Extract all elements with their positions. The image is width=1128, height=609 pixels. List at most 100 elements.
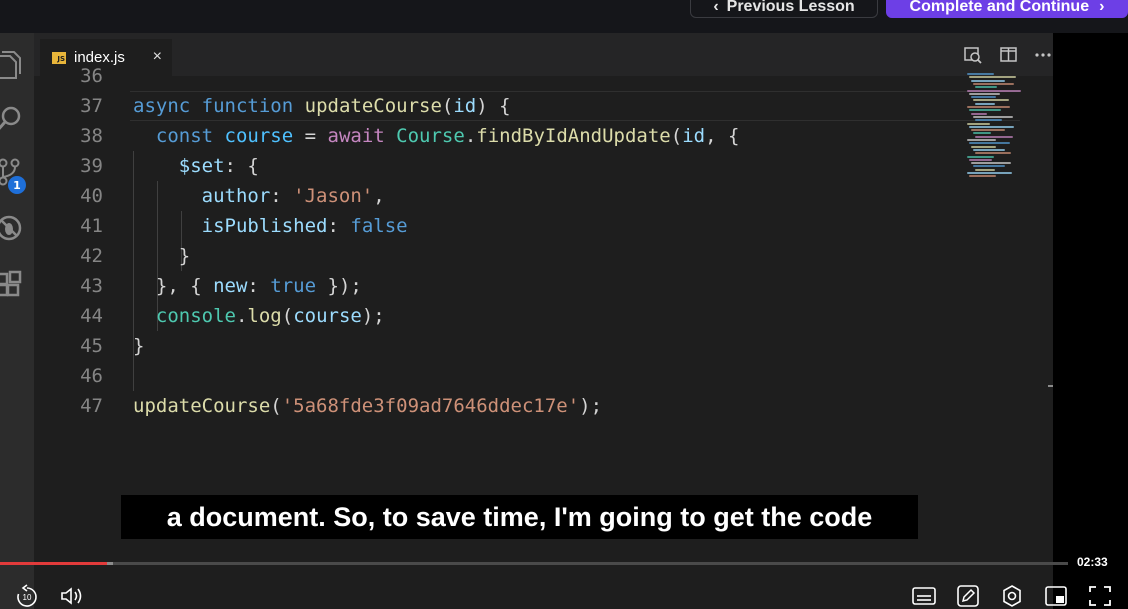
debug-icon[interactable] <box>0 213 24 243</box>
minimap[interactable] <box>967 73 1047 183</box>
code-token: , <box>373 185 385 207</box>
complete-and-continue-button[interactable]: Complete and Continue › <box>886 0 1128 18</box>
minimap-line <box>975 86 997 89</box>
line-number: 45 <box>80 335 103 357</box>
line-content: const course = await Course.findByIdAndU… <box>133 121 740 151</box>
code-token: id <box>453 95 477 117</box>
code-token: 'Jason' <box>293 185 374 207</box>
code-token: ( <box>441 95 454 117</box>
line-number: 43 <box>80 275 103 297</box>
code-token: await <box>327 125 385 147</box>
previous-lesson-button[interactable]: ‹ Previous Lesson <box>690 0 878 18</box>
minimap-line <box>969 142 1010 145</box>
code-token: : <box>327 215 351 237</box>
minimap-line <box>971 129 1005 132</box>
minimap-line <box>975 168 995 171</box>
fullscreen-icon[interactable] <box>1087 584 1113 608</box>
code-token: } <box>133 245 191 267</box>
minimap-line <box>969 125 1014 128</box>
line-number: 36 <box>80 65 103 87</box>
extensions-icon[interactable] <box>0 269 24 299</box>
captions-icon[interactable] <box>911 584 937 608</box>
minimap-line <box>969 92 1000 95</box>
code-line: 43 }, { new: true }); <box>34 271 954 301</box>
minimap-line <box>967 106 1010 108</box>
notes-icon[interactable] <box>955 584 981 608</box>
minimap-line <box>973 132 991 135</box>
line-number: 38 <box>80 125 103 147</box>
minimap-line <box>971 145 996 148</box>
minimap-line <box>969 109 1001 112</box>
code-token: Course <box>396 125 465 147</box>
code-token: ( <box>281 305 294 327</box>
code-line: 47 updateCourse('5a68fde3f09ad7646ddec17e… <box>34 391 954 421</box>
minimap-line <box>967 89 1021 92</box>
files-icon[interactable] <box>0 50 24 80</box>
code-token: ); <box>361 305 385 327</box>
code-line: 38 const course = await Course.findByIdA… <box>34 121 954 151</box>
split-editor-icon[interactable] <box>999 45 1019 65</box>
code-line: 40 author: 'Jason', <box>34 181 954 211</box>
code-line: 44 console.log(course); <box>34 301 954 331</box>
code-area[interactable]: 36 37 async function updateCourse(id) {38 … <box>34 65 1020 476</box>
open-preview-icon[interactable] <box>963 45 983 65</box>
line-number: 41 <box>80 215 103 237</box>
time-remaining: 02:33 <box>1077 555 1108 569</box>
chevron-left-icon: ‹ <box>713 0 719 15</box>
minimap-line <box>973 82 1014 85</box>
code-token: false <box>350 215 408 237</box>
minimap-line <box>971 79 1005 82</box>
code-token: } <box>133 335 145 357</box>
video-player[interactable]: 1 JS index.js × 36 37 async function upd… <box>0 33 1128 609</box>
code-token: , { <box>705 125 740 147</box>
code-token: : <box>270 185 294 207</box>
minimap-line <box>973 99 1009 102</box>
minimap-line <box>975 119 1002 122</box>
line-number: 42 <box>80 245 103 267</box>
minimap-line <box>969 158 992 161</box>
code-token: : { <box>224 155 259 177</box>
code-token: function <box>201 95 294 117</box>
code-line: 37 async function updateCourse(id) { <box>34 91 954 121</box>
code-token: ( <box>270 395 282 417</box>
minimap-line <box>967 73 994 75</box>
more-actions-icon[interactable] <box>1033 45 1053 65</box>
volume-icon[interactable] <box>58 584 84 608</box>
scrollbar-marker <box>1048 385 1053 387</box>
source-control-badge: 1 <box>8 176 26 194</box>
code-token: . <box>464 125 477 147</box>
code-token: async <box>133 95 191 117</box>
picture-in-picture-icon[interactable] <box>1043 584 1069 608</box>
minimap-line <box>973 148 1005 151</box>
line-content: $set: { <box>133 151 259 181</box>
code-line: 45} <box>34 331 954 361</box>
minimap-line <box>969 76 1016 79</box>
lesson-header: ‹ Previous Lesson Complete and Continue … <box>0 0 1128 33</box>
code-token: . <box>235 305 248 327</box>
line-content: updateCourse('5a68fde3f09ad7646ddec17e')… <box>133 391 602 421</box>
rewind-seconds: 10 <box>23 593 32 602</box>
line-number: 46 <box>80 365 103 387</box>
code-token: }, { <box>133 275 214 297</box>
code-line: 46 <box>34 361 954 391</box>
settings-icon[interactable] <box>999 584 1025 608</box>
progress-bar[interactable] <box>0 562 1068 565</box>
search-icon[interactable] <box>0 104 24 134</box>
code-token: ( <box>670 125 683 147</box>
rewind-10-icon[interactable]: 10 <box>14 584 40 608</box>
minimap-line <box>971 162 1011 165</box>
code-token: course <box>224 125 294 147</box>
minimap-line <box>973 115 1013 118</box>
minimap-line <box>971 96 996 99</box>
code-token: : <box>247 275 271 297</box>
progress-fill <box>0 562 107 565</box>
code-token: updateCourse <box>133 395 271 417</box>
code-token: ); <box>579 395 603 417</box>
minimap-line <box>967 139 996 141</box>
